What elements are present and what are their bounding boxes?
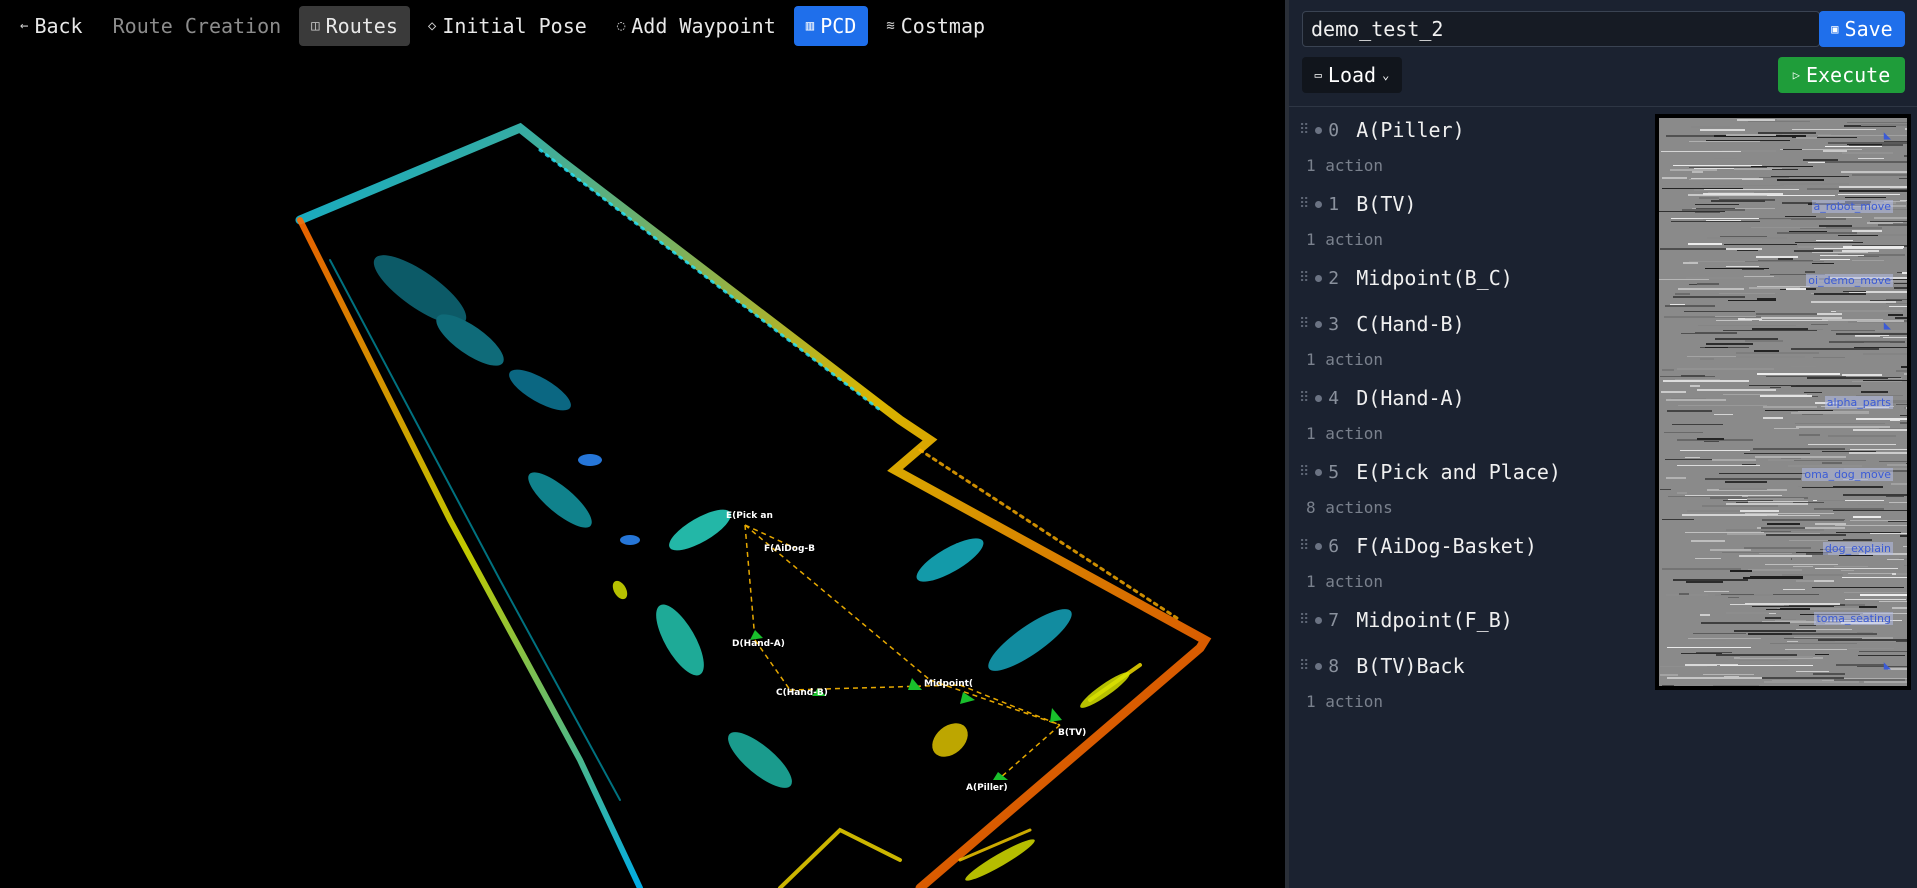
camera-icon: ◣ [1883,658,1891,672]
camera-preview: ◣ a_robot_move oi_demo_move ◣ alpha_part… [1655,114,1911,690]
waypoint-action-count: 1 action [1306,572,1384,591]
top-toolbar: ← Back Route Creation ◫ Routes ◇ Initial… [0,0,1060,52]
waypoint-index: 5 [1328,461,1340,483]
waypoint-item[interactable]: ⠿ 6 F(AiDog-Basket) 1 action [1289,528,1649,602]
load-button[interactable]: ▭ Load ⌄ [1302,57,1402,93]
thumbnail-label: oma_dog_move [1802,468,1893,481]
thumbnail-label: dog_explain [1822,542,1893,555]
status-dot [1315,200,1323,208]
waypoint-name: E(Pick and Place) [1356,460,1561,484]
waypoint-action-count: 1 action [1306,424,1384,443]
pcd-toggle[interactable]: ▥ PCD [793,6,869,46]
folder-icon: ▭ [1314,68,1322,82]
status-dot [1315,662,1323,670]
waypoint-index: 8 [1328,655,1340,677]
waypoint-action-count: 1 action [1306,692,1384,711]
waypoint-index: 3 [1328,313,1340,335]
layers-icon: ≋ [886,18,895,34]
chevron-down-icon: ⌄ [1382,68,1390,82]
drag-handle-icon[interactable]: ⠿ [1299,612,1309,628]
drag-handle-icon[interactable]: ⠿ [1299,390,1309,406]
status-dot [1315,126,1323,134]
execute-button[interactable]: ▷ Execute [1778,57,1905,93]
add-waypoint-button[interactable]: ◌ Add Waypoint [605,6,788,46]
map-label-midpoint: Midpoint( [924,679,973,689]
routes-tab[interactable]: ◫ Routes [299,6,410,46]
save-icon: ▣ [1831,22,1839,36]
drag-handle-icon[interactable]: ⠿ [1299,316,1309,332]
panel-header: ▣ Save ▭ Load ⌄ ▷ Execute [1289,0,1917,107]
thumbnail-label: a_robot_move [1811,200,1893,213]
waypoint-name: Midpoint(F_B) [1356,608,1513,632]
diamond-icon: ◇ [427,18,437,34]
map-walls [295,122,1212,888]
waypoint-name: D(Hand-A) [1356,386,1465,410]
waypoint-index: 4 [1328,387,1340,409]
initial-pose-button[interactable]: ◇ Initial Pose [416,6,599,46]
waypoint-item[interactable]: ⠿ 0 A(Piller) 1 action [1289,112,1649,186]
status-dot [1315,468,1323,476]
status-dot [1315,394,1323,402]
waypoint-name: B(TV)Back [1356,654,1465,678]
map-label-tv: B(TV) [1058,728,1086,738]
camera-icon: ◣ [1883,318,1891,332]
sidebar-icon: ◫ [311,18,320,34]
save-button[interactable]: ▣ Save [1819,11,1905,47]
waypoint-item[interactable]: ⠿ 5 E(Pick and Place) 8 actions [1289,454,1649,528]
costmap-toggle[interactable]: ≋ Costmap [874,6,997,46]
status-dot [1315,542,1323,550]
waypoint-item[interactable]: ⠿ 8 B(TV)Back 1 action [1289,648,1649,722]
back-button[interactable]: ← Back [8,6,95,46]
waypoint-name: F(AiDog-Basket) [1356,534,1537,558]
status-dot [1315,274,1323,282]
waypoint-name: Midpoint(B_C) [1356,266,1513,290]
arrow-left-icon: ← [20,18,29,34]
waypoint-action-count: 1 action [1306,350,1384,369]
point-cloud-map[interactable]: E(Pick an F(AiDog-B D(Hand-A) C(Hand-B) … [0,0,1285,888]
waypoint-item[interactable]: ⠿ 7 Midpoint(F_B) [1289,602,1649,648]
waypoint-item[interactable]: ⠿ 1 B(TV) 1 action [1289,186,1649,260]
drag-handle-icon[interactable]: ⠿ [1299,122,1309,138]
waypoint-index: 2 [1328,267,1340,289]
waypoint-index: 0 [1328,119,1340,141]
pcd-viewport[interactable]: E(Pick an F(AiDog-B D(Hand-A) C(Hand-B) … [0,0,1285,888]
waypoint-item[interactable]: ⠿ 4 D(Hand-A) 1 action [1289,380,1649,454]
map-label-aidog: F(AiDog-B [764,544,815,554]
target-icon: ◌ [616,18,626,34]
map-label-pick: E(Pick an [726,511,773,521]
waypoint-name: C(Hand-B) [1356,312,1465,336]
thumbnail-label: toma_seating [1814,612,1893,625]
map-label-hand-a: D(Hand-A) [732,639,785,649]
waypoint-action-count: 1 action [1306,156,1384,175]
waypoint-list: ⠿ 0 A(Piller) 1 action ⠿ 1 B(TV) 1 action ⠿ 2… [1289,112,1649,722]
thumbnail-label: oi_demo_move [1806,274,1893,287]
waypoint-index: 6 [1328,535,1340,557]
route-name-input[interactable] [1302,11,1820,47]
drag-handle-icon[interactable]: ⠿ [1299,658,1309,674]
thumbnail-label: alpha_parts [1824,396,1893,409]
waypoint-name: A(Piller) [1356,118,1465,142]
status-dot [1315,616,1323,624]
drag-handle-icon[interactable]: ⠿ [1299,538,1309,554]
play-icon: ▷ [1792,68,1800,82]
waypoint-item[interactable]: ⠿ 3 C(Hand-B) 1 action [1289,306,1649,380]
waypoint-action-count: 1 action [1306,230,1384,249]
status-dot [1315,320,1323,328]
camera-icon: ◣ [1883,128,1891,142]
drag-handle-icon[interactable]: ⠿ [1299,196,1309,212]
map-label-hand-b: C(Hand-B) [776,688,828,698]
map-label-piller: A(Piller) [966,783,1008,793]
route-creation-label: Route Creation [112,14,282,38]
map-icon: ▥ [805,18,815,34]
waypoint-action-count: 8 actions [1306,498,1393,517]
drag-handle-icon[interactable]: ⠿ [1299,464,1309,480]
waypoint-item[interactable]: ⠿ 2 Midpoint(B_C) [1289,260,1649,306]
waypoint-index: 1 [1328,193,1340,215]
drag-handle-icon[interactable]: ⠿ [1299,270,1309,286]
waypoint-index: 7 [1328,609,1340,631]
route-panel: ▣ Save ▭ Load ⌄ ▷ Execute ⠿ 0 A(Piller) 1 … [1289,0,1917,888]
waypoint-name: B(TV) [1356,192,1417,216]
